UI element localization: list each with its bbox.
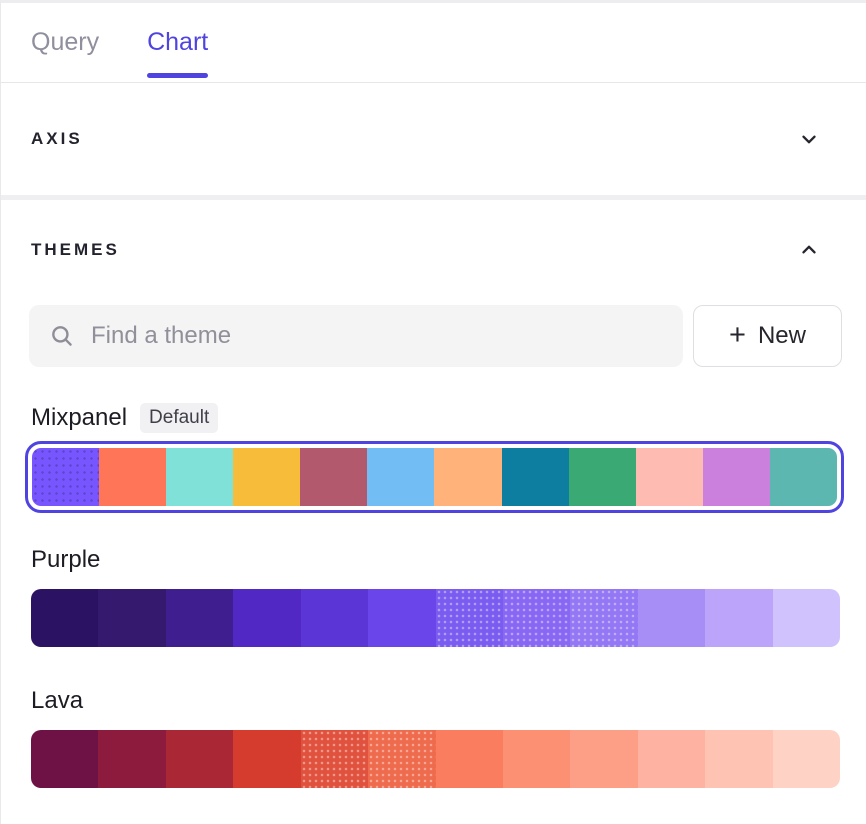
- color-swatch: [300, 448, 367, 506]
- color-swatch: [569, 448, 636, 506]
- color-swatch: [166, 448, 233, 506]
- theme-item-mixpanel: Mixpanel Default: [1, 400, 866, 513]
- color-swatch: [434, 448, 501, 506]
- color-swatch: [502, 448, 569, 506]
- plus-icon: +: [729, 321, 746, 350]
- theme-name: Lava: [31, 687, 83, 715]
- color-swatch: [31, 589, 98, 647]
- default-badge: Default: [140, 403, 218, 433]
- search-input[interactable]: [91, 322, 665, 350]
- search-input-wrapper[interactable]: [29, 305, 683, 367]
- color-swatch: [367, 448, 434, 506]
- color-swatch: [368, 589, 435, 647]
- color-swatch: [301, 589, 368, 647]
- tab-bar: Query Chart: [1, 3, 866, 83]
- new-theme-button[interactable]: + New: [693, 305, 842, 367]
- color-swatch: [638, 730, 705, 788]
- theme-item-purple: Purple: [1, 542, 866, 647]
- color-swatch: [368, 730, 435, 788]
- color-swatch: [31, 730, 98, 788]
- color-swatch: [98, 589, 165, 647]
- theme-palette[interactable]: [31, 589, 840, 647]
- new-theme-button-label: New: [758, 322, 806, 350]
- color-swatch: [166, 730, 233, 788]
- chevron-down-icon[interactable]: [798, 128, 820, 150]
- search-icon: [49, 323, 75, 349]
- theme-label-row: Purple: [31, 542, 866, 578]
- tab-query-label: Query: [31, 28, 99, 57]
- color-swatch: [570, 589, 637, 647]
- color-swatch: [98, 730, 165, 788]
- color-swatch: [166, 589, 233, 647]
- color-swatch: [503, 730, 570, 788]
- color-swatch: [233, 589, 300, 647]
- chevron-up-icon[interactable]: [798, 239, 820, 261]
- color-swatch: [32, 448, 99, 506]
- theme-label-row: Mixpanel Default: [31, 400, 866, 436]
- color-swatch: [773, 730, 840, 788]
- color-swatch: [436, 730, 503, 788]
- color-swatch: [436, 589, 503, 647]
- themes-section-title: THEMES: [31, 240, 120, 260]
- theme-name: Purple: [31, 546, 100, 574]
- tab-chart-label: Chart: [147, 28, 208, 57]
- theme-item-lava: Lava: [1, 683, 866, 788]
- axis-section-header[interactable]: AXIS: [1, 83, 866, 195]
- selected-theme-outline[interactable]: [25, 441, 844, 513]
- color-swatch: [233, 448, 300, 506]
- active-tab-underline: [147, 73, 208, 78]
- color-swatch: [570, 730, 637, 788]
- color-swatch: [703, 448, 770, 506]
- themes-section-header[interactable]: THEMES: [1, 200, 866, 300]
- axis-section-title: AXIS: [31, 129, 83, 149]
- chart-settings-panel: Query Chart AXIS THEMES + New: [0, 0, 866, 824]
- color-swatch: [705, 589, 772, 647]
- theme-label-row: Lava: [31, 683, 866, 719]
- color-swatch: [705, 730, 772, 788]
- color-swatch: [99, 448, 166, 506]
- color-swatch: [503, 589, 570, 647]
- theme-palette[interactable]: [32, 448, 837, 506]
- tab-chart[interactable]: Chart: [147, 3, 208, 82]
- color-swatch: [638, 589, 705, 647]
- color-swatch: [233, 730, 300, 788]
- theme-name: Mixpanel: [31, 404, 127, 432]
- tab-query[interactable]: Query: [31, 3, 99, 82]
- color-swatch: [770, 448, 837, 506]
- color-swatch: [301, 730, 368, 788]
- theme-search-row: + New: [29, 305, 842, 367]
- color-swatch: [773, 589, 840, 647]
- color-swatch: [636, 448, 703, 506]
- theme-palette[interactable]: [31, 730, 840, 788]
